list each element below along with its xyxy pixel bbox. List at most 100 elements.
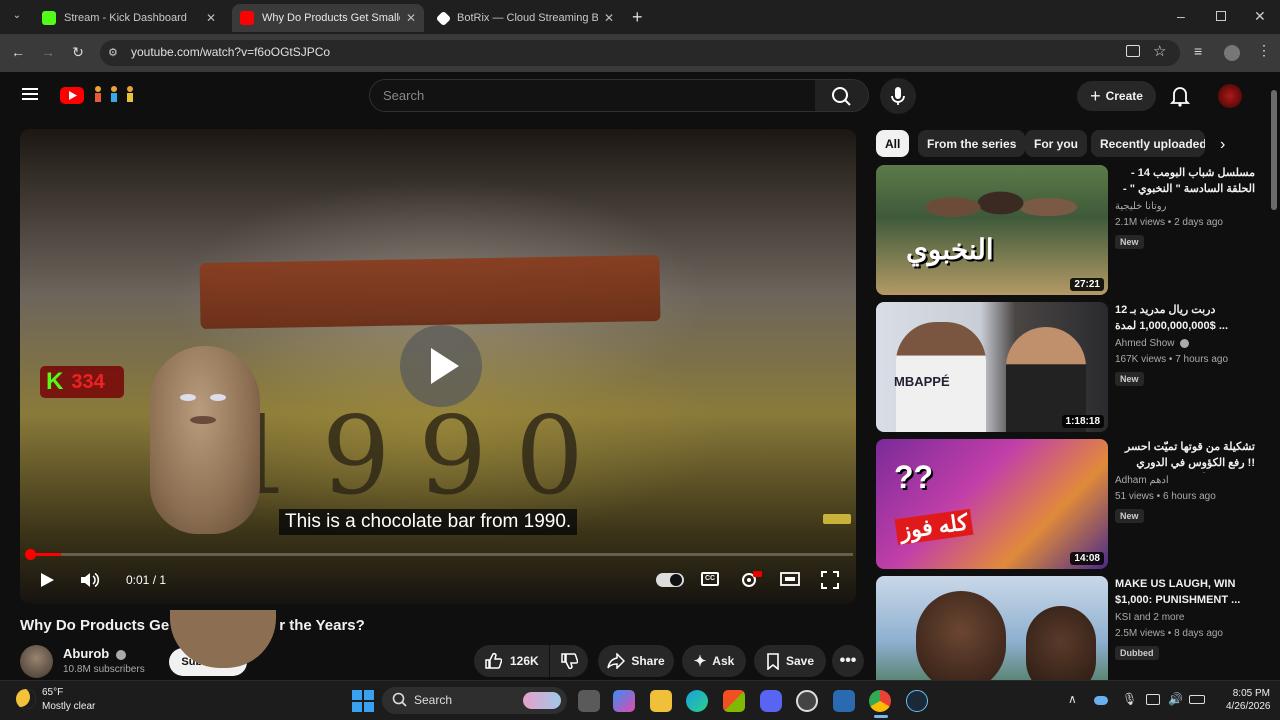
url-text[interactable]: youtube.com/watch?v=f6oOGtSJPCo (131, 45, 330, 59)
speaker-icon[interactable]: 🔊 (1168, 692, 1183, 706)
volume-button[interactable] (80, 572, 100, 588)
tab-search-icon[interactable]: ≡ (1194, 43, 1202, 59)
video-thumbnail[interactable] (876, 576, 1108, 680)
fullscreen-button[interactable] (821, 571, 839, 589)
scrollbar-thumb[interactable] (1271, 90, 1277, 210)
search-button[interactable] (815, 79, 869, 112)
microphone-tray-icon[interactable]: 🎙 (1122, 692, 1137, 706)
copilot-icon[interactable] (613, 690, 635, 712)
close-window-icon[interactable]: ✕ (1254, 8, 1266, 25)
gear-icon (742, 571, 762, 587)
chrome-icon[interactable] (869, 690, 891, 712)
voice-search-button[interactable] (880, 78, 916, 114)
onedrive-icon[interactable] (1094, 696, 1108, 705)
taskbar-clock[interactable]: 8:05 PM 4/26/2026 (1226, 687, 1271, 713)
progress-scrubber-handle[interactable] (25, 549, 36, 560)
share-button[interactable]: Share (598, 645, 674, 677)
play-button[interactable] (39, 572, 55, 588)
video-meta: 51 views • 6 hours ago (1115, 491, 1216, 502)
obs-icon[interactable] (796, 690, 818, 712)
bookmark-star-icon[interactable]: ☆ (1153, 42, 1166, 60)
task-view-icon[interactable] (578, 690, 600, 712)
forward-arrow-icon[interactable]: → (38, 44, 58, 60)
windows-start-icon[interactable] (352, 690, 374, 712)
list-item[interactable]: ?? كله فوز 14:08 تشكيلة من قوتها تميّت ا… (876, 439, 1266, 571)
large-play-icon[interactable] (400, 325, 482, 407)
video-title[interactable]: دربت ريال مدريد بـ 12 $1,000,000,000 لمد… (1115, 302, 1255, 334)
video-thumbnail[interactable]: ?? كله فوز 14:08 (876, 439, 1108, 569)
channel-name[interactable]: روتانا خليجية (1115, 201, 1166, 212)
chip-from-the-series[interactable]: From the series (918, 130, 1026, 157)
status-badge: New (1115, 509, 1144, 523)
save-button[interactable]: Save (754, 645, 826, 677)
weather-widget[interactable]: 65°F Mostly clear (42, 686, 95, 714)
video-thumbnail[interactable]: MBAPPÉ 1:18:18 (876, 302, 1108, 432)
video-title[interactable]: مسلسل شباب البومب 14 - الحلقة السادسة " … (1115, 165, 1255, 199)
play-icon (41, 573, 54, 587)
like-button[interactable]: 126K (474, 645, 549, 677)
ask-button[interactable]: ✦ Ask (682, 645, 746, 677)
video-title[interactable]: MAKE US LAUGH, WIN $1,000: PUNISHMENT ..… (1115, 576, 1255, 608)
chip-for-you[interactable]: For you (1025, 130, 1087, 157)
close-tab-icon[interactable]: ✕ (406, 11, 416, 25)
list-item[interactable]: MBAPPÉ 1:18:18 دربت ريال مدريد بـ 12 $1,… (876, 302, 1266, 434)
install-app-icon[interactable] (1126, 45, 1140, 57)
autoplay-toggle[interactable] (656, 573, 684, 587)
site-info-icon[interactable]: ⚙ (108, 46, 118, 59)
tab-kick-dashboard[interactable]: Stream - Kick Dashboard ✕ (34, 4, 224, 32)
video-player[interactable]: 1990 K 334 This is a chocolate bar from … (20, 129, 856, 604)
microsoft-store-icon[interactable] (723, 690, 745, 712)
subtitles-cc-button[interactable]: CC (701, 572, 719, 586)
list-item[interactable]: MAKE US LAUGH, WIN $1,000: PUNISHMENT ..… (876, 576, 1266, 680)
chips-next-chevron-icon[interactable]: › (1220, 136, 1225, 154)
back-arrow-icon[interactable]: ← (8, 44, 28, 60)
channel-name[interactable]: Adham ادهم (1115, 475, 1169, 486)
channel-watermark-icon[interactable] (823, 514, 851, 524)
settings-button[interactable] (740, 570, 762, 590)
youtube-logo-icon[interactable] (60, 87, 84, 104)
duration-badge: 14:08 (1070, 552, 1104, 565)
restore-window-icon[interactable] (1216, 11, 1226, 21)
close-tab-icon[interactable]: ✕ (604, 11, 614, 25)
chip-recently-uploaded[interactable]: Recently uploaded (1091, 130, 1205, 157)
volume-icon (81, 572, 100, 588)
progress-bar[interactable] (28, 553, 853, 556)
channel-avatar[interactable] (20, 645, 53, 678)
video-title[interactable]: تشكيلة من قوتها تميّت احسر !! رفع الكؤوس… (1115, 439, 1255, 473)
discord-icon[interactable] (760, 690, 782, 712)
create-button[interactable]: + Create (1077, 81, 1156, 111)
theater-mode-button[interactable] (780, 572, 800, 586)
tray-overflow-chevron-icon[interactable]: ∧ (1068, 692, 1077, 706)
battery-icon[interactable] (1189, 695, 1205, 704)
microphone-icon (891, 87, 905, 105)
browser-menu-icon[interactable]: ⋮ (1257, 42, 1271, 59)
steam-icon[interactable] (906, 690, 928, 712)
profile-avatar-icon[interactable] (1224, 45, 1240, 61)
channel-name[interactable]: KSI and 2 more (1115, 612, 1184, 623)
edge-browser-icon[interactable] (686, 690, 708, 712)
minimize-window-icon[interactable]: – (1177, 8, 1185, 24)
search-input[interactable] (369, 79, 816, 112)
channel-name[interactable]: Aburob (63, 646, 126, 661)
account-avatar[interactable] (1218, 84, 1242, 108)
list-item[interactable]: النخبوي 27:21 مسلسل شباب البومب 14 - الح… (876, 165, 1266, 297)
weather-moon-icon[interactable] (16, 689, 36, 709)
dislike-button[interactable] (550, 645, 588, 677)
tab-botrix[interactable]: BotRix — Cloud Streaming Bot ✕ (430, 4, 622, 32)
network-icon[interactable] (1146, 694, 1160, 705)
video-thumbnail[interactable]: النخبوي 27:21 (876, 165, 1108, 295)
notifications-bell-icon[interactable] (1170, 85, 1190, 107)
arrow-app-icon[interactable] (833, 690, 855, 712)
tab-youtube-video[interactable]: Why Do Products Get Smaller C ✕ (232, 4, 424, 32)
channel-name[interactable]: Ahmed Show (1115, 338, 1190, 349)
tab-list-dropdown-icon[interactable]: ⌄ (8, 10, 26, 26)
new-tab-icon[interactable]: + (632, 7, 643, 28)
chip-all[interactable]: All (876, 130, 910, 157)
file-explorer-icon[interactable] (650, 690, 672, 712)
hamburger-menu-icon[interactable] (22, 87, 38, 101)
tab-title: Stream - Kick Dashboard (64, 12, 187, 24)
doodle-figures-icon[interactable] (90, 84, 144, 106)
close-tab-icon[interactable]: ✕ (206, 11, 216, 25)
more-actions-button[interactable]: ••• (832, 645, 864, 677)
reload-icon[interactable]: ↻ (68, 44, 88, 61)
